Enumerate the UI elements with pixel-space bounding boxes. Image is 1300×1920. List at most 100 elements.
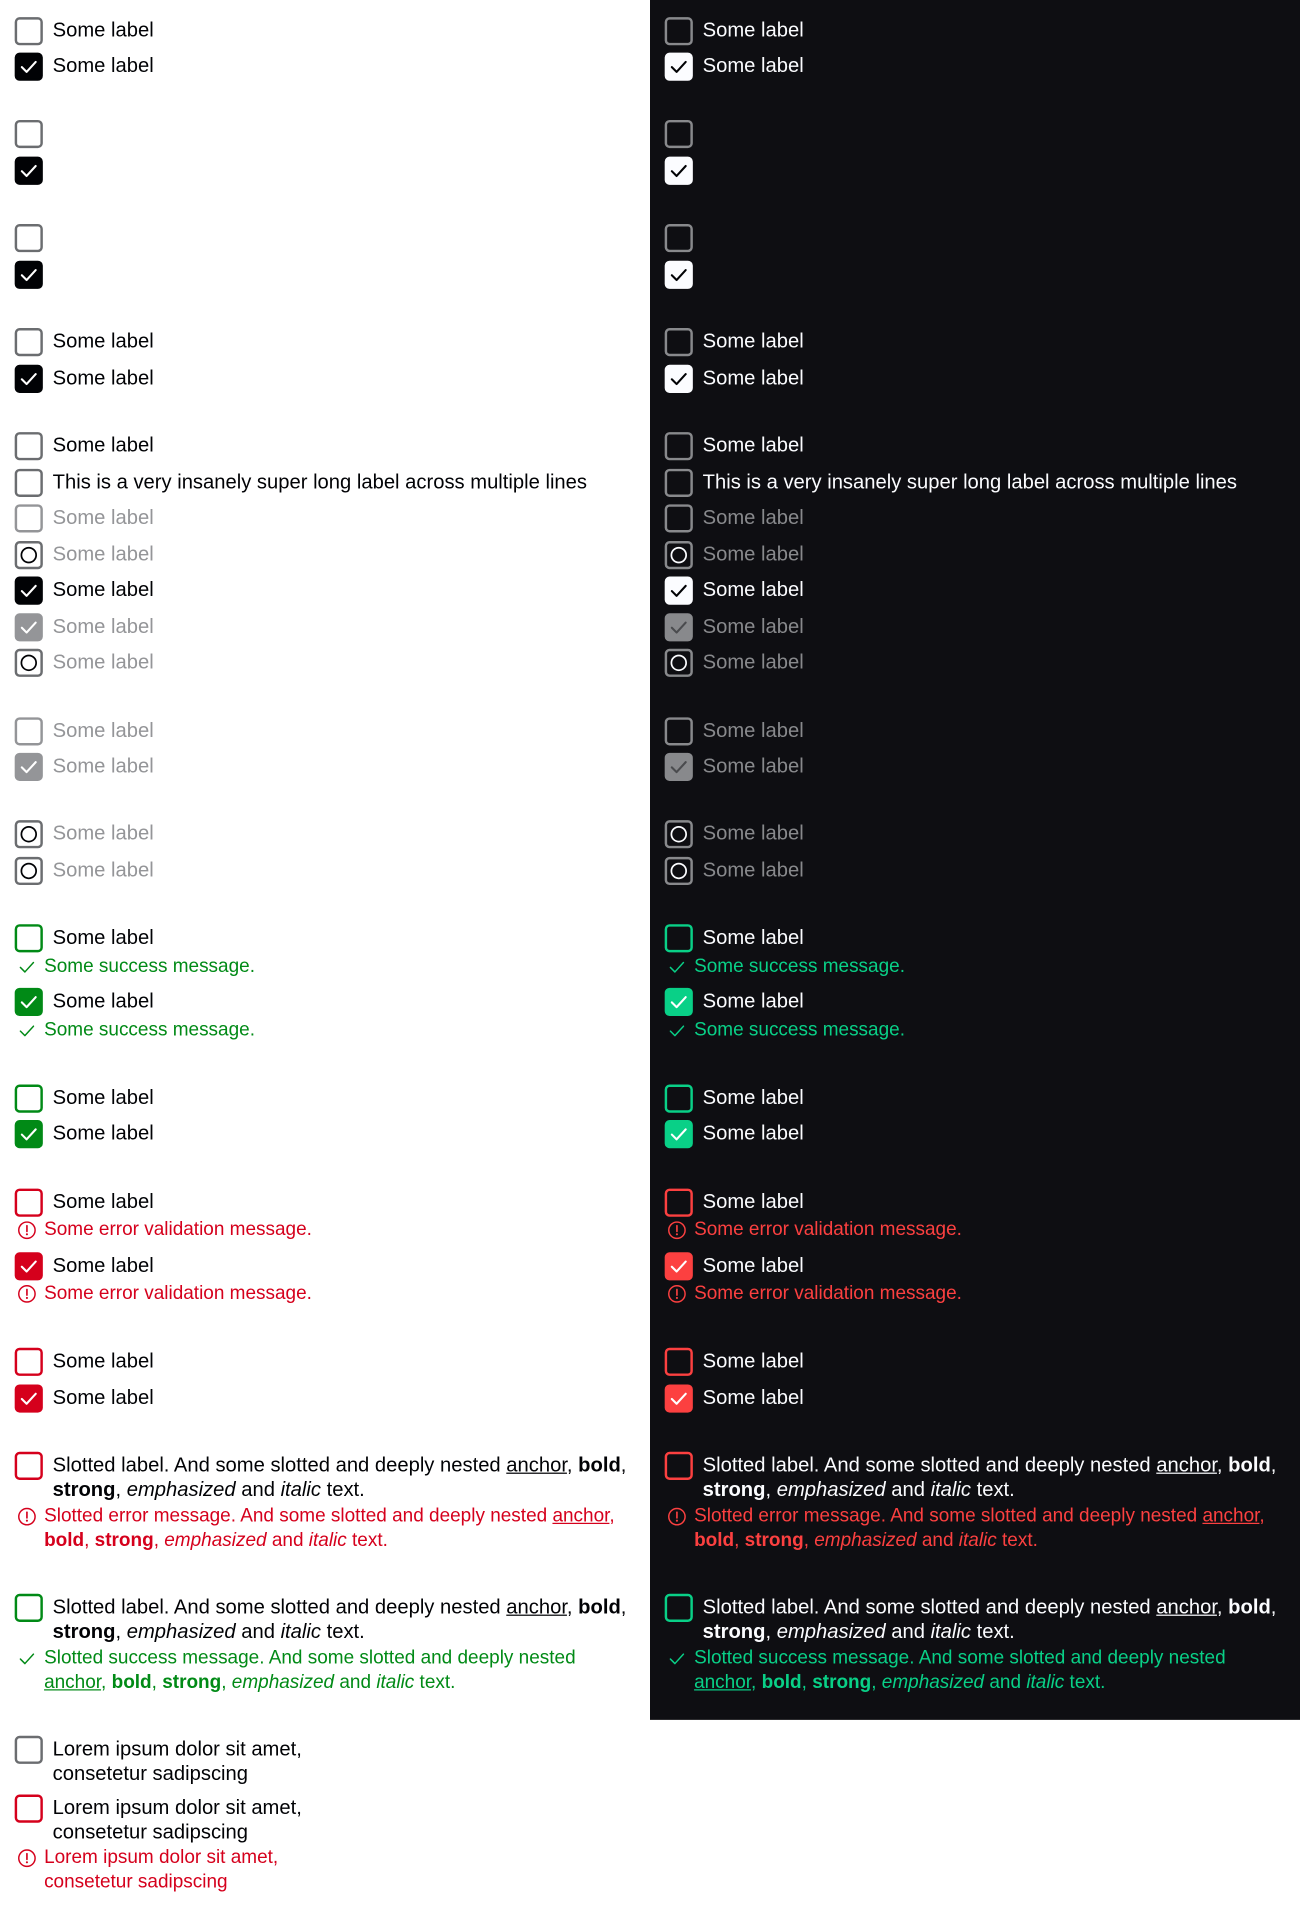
checkbox[interactable] bbox=[14, 1451, 43, 1480]
checkbox[interactable] bbox=[14, 856, 43, 886]
checkbox-row[interactable]: Some label bbox=[664, 717, 1288, 746]
checkbox[interactable] bbox=[14, 1120, 43, 1149]
checkbox[interactable] bbox=[14, 156, 43, 185]
checkbox[interactable] bbox=[14, 504, 43, 533]
checkbox[interactable] bbox=[664, 504, 693, 533]
checkbox[interactable] bbox=[664, 328, 693, 357]
checkbox-row[interactable]: Some label bbox=[14, 717, 638, 746]
checkbox[interactable] bbox=[14, 752, 43, 781]
checkbox[interactable] bbox=[664, 260, 693, 289]
checkbox-row[interactable]: Some label bbox=[664, 541, 1288, 570]
slotted-anchor[interactable]: anchor bbox=[694, 1672, 751, 1693]
checkbox[interactable] bbox=[14, 648, 43, 677]
checkbox-row[interactable]: Some label bbox=[14, 541, 638, 570]
checkbox-row[interactable]: Some label bbox=[664, 924, 1288, 953]
checkbox[interactable] bbox=[664, 541, 693, 570]
checkbox[interactable] bbox=[664, 468, 693, 497]
checkbox[interactable] bbox=[664, 52, 693, 81]
checkbox[interactable] bbox=[664, 119, 693, 149]
checkbox-row[interactable]: Some label bbox=[14, 648, 638, 677]
checkbox-row[interactable]: Some label bbox=[664, 1347, 1288, 1376]
checkbox-row[interactable]: Some label bbox=[14, 17, 638, 46]
checkbox[interactable] bbox=[664, 1252, 693, 1281]
checkbox-row[interactable]: Some label bbox=[664, 752, 1288, 781]
slotted-anchor[interactable]: anchor bbox=[506, 1596, 567, 1618]
checkbox-row[interactable]: Some label bbox=[664, 576, 1288, 605]
checkbox-row[interactable]: Some label bbox=[664, 613, 1288, 642]
checkbox[interactable] bbox=[14, 328, 43, 357]
checkbox-row[interactable]: Some label bbox=[14, 576, 638, 605]
checkbox-row[interactable]: Some label bbox=[664, 1384, 1288, 1413]
checkbox-row[interactable] bbox=[14, 224, 638, 253]
checkbox[interactable] bbox=[664, 613, 693, 642]
checkbox-row[interactable]: Some label bbox=[14, 1384, 638, 1413]
checkbox-row[interactable] bbox=[664, 119, 1288, 149]
checkbox[interactable] bbox=[14, 224, 43, 253]
checkbox[interactable] bbox=[664, 1084, 693, 1113]
checkbox[interactable] bbox=[664, 432, 693, 461]
checkbox-row[interactable] bbox=[14, 260, 638, 289]
checkbox[interactable] bbox=[664, 856, 693, 886]
slotted-anchor[interactable]: anchor bbox=[1202, 1506, 1259, 1527]
checkbox[interactable] bbox=[14, 1347, 43, 1376]
checkbox[interactable] bbox=[14, 987, 43, 1017]
checkbox-row[interactable]: Some label bbox=[664, 1252, 1288, 1281]
checkbox-row[interactable]: Some label bbox=[664, 17, 1288, 46]
checkbox-row[interactable]: Some label bbox=[14, 1120, 638, 1149]
slotted-anchor[interactable]: anchor bbox=[506, 1454, 567, 1476]
checkbox-row[interactable]: Some label bbox=[664, 52, 1288, 81]
checkbox-row[interactable]: Some label bbox=[14, 820, 638, 849]
checkbox-row[interactable]: This is a very insanely super long label… bbox=[664, 468, 1288, 497]
checkbox[interactable] bbox=[14, 613, 43, 642]
slotted-anchor[interactable]: anchor bbox=[552, 1506, 609, 1527]
checkbox[interactable] bbox=[664, 752, 693, 781]
checkbox-row[interactable] bbox=[664, 260, 1288, 289]
checkbox[interactable] bbox=[14, 17, 43, 46]
checkbox-row[interactable]: Lorem ipsum dolor sit amet, consetetur sa… bbox=[14, 1735, 638, 1786]
checkbox-row[interactable]: Some label bbox=[664, 987, 1288, 1017]
checkbox[interactable] bbox=[14, 1084, 43, 1113]
checkbox[interactable] bbox=[664, 1188, 693, 1217]
checkbox[interactable] bbox=[664, 1120, 693, 1149]
checkbox-row[interactable]: Some label bbox=[664, 1120, 1288, 1149]
checkbox[interactable] bbox=[14, 119, 43, 149]
checkbox[interactable] bbox=[14, 1794, 43, 1823]
checkbox[interactable] bbox=[664, 820, 693, 849]
checkbox[interactable] bbox=[14, 260, 43, 289]
slotted-anchor[interactable]: anchor bbox=[44, 1672, 101, 1693]
checkbox[interactable] bbox=[664, 648, 693, 677]
checkbox-row[interactable]: Some label bbox=[14, 432, 638, 461]
checkbox-row[interactable]: Some label bbox=[14, 328, 638, 357]
checkbox[interactable] bbox=[664, 224, 693, 253]
checkbox-row[interactable]: Lorem ipsum dolor sit amet, consetetur sa… bbox=[14, 1794, 638, 1845]
checkbox-row[interactable] bbox=[14, 119, 638, 149]
checkbox[interactable] bbox=[664, 156, 693, 185]
checkbox[interactable] bbox=[664, 576, 693, 605]
checkbox-row[interactable]: Some label bbox=[14, 504, 638, 533]
checkbox[interactable] bbox=[14, 1384, 43, 1413]
checkbox[interactable] bbox=[14, 432, 43, 461]
checkbox-row[interactable]: Some label bbox=[664, 432, 1288, 461]
checkbox[interactable] bbox=[14, 541, 43, 570]
checkbox[interactable] bbox=[14, 468, 43, 497]
checkbox[interactable] bbox=[14, 717, 43, 746]
checkbox[interactable] bbox=[14, 1188, 43, 1217]
checkbox-row[interactable]: Some label bbox=[664, 364, 1288, 393]
checkbox-row[interactable]: Some label bbox=[14, 987, 638, 1017]
checkbox-row[interactable]: Slotted label. And some slotted and deep… bbox=[14, 1451, 638, 1502]
checkbox-row[interactable]: Some label bbox=[664, 504, 1288, 533]
checkbox-row[interactable]: Some label bbox=[664, 1188, 1288, 1217]
checkbox[interactable] bbox=[664, 1593, 693, 1622]
checkbox-row[interactable]: Some label bbox=[14, 364, 638, 393]
checkbox-row[interactable]: Some label bbox=[664, 820, 1288, 849]
checkbox-row[interactable]: Some label bbox=[14, 52, 638, 81]
checkbox[interactable] bbox=[664, 364, 693, 393]
checkbox-row[interactable]: Slotted label. And some slotted and deep… bbox=[664, 1451, 1288, 1502]
checkbox[interactable] bbox=[14, 820, 43, 849]
checkbox[interactable] bbox=[14, 1252, 43, 1281]
checkbox-row[interactable] bbox=[664, 156, 1288, 185]
slotted-anchor[interactable]: anchor bbox=[1156, 1454, 1217, 1476]
checkbox[interactable] bbox=[664, 717, 693, 746]
checkbox[interactable] bbox=[664, 17, 693, 46]
checkbox-row[interactable]: Some label bbox=[664, 328, 1288, 357]
